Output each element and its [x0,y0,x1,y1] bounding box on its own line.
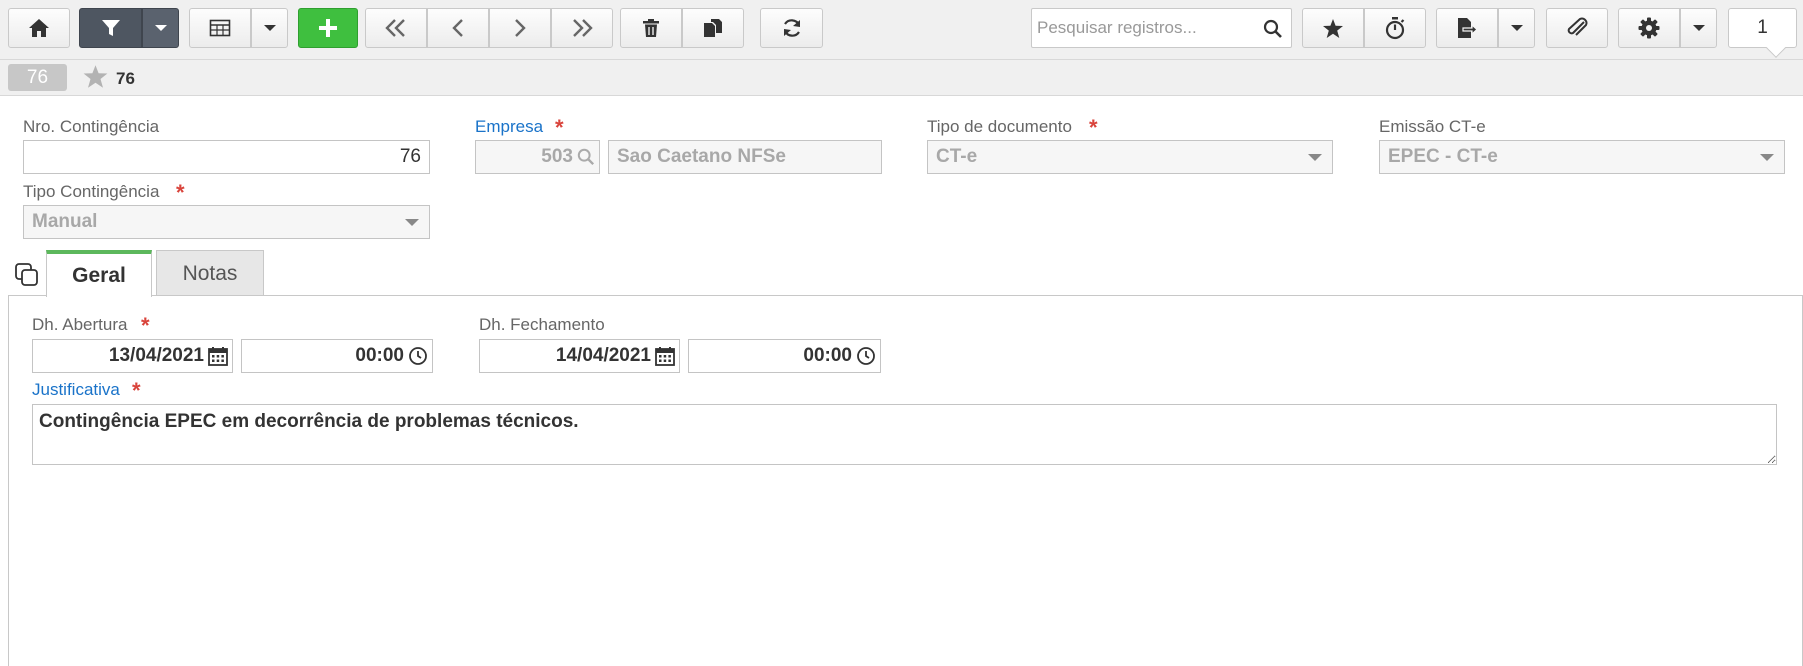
calendar-icon[interactable] [208,346,228,366]
page-counter-pointer [1766,38,1786,58]
attachment-button[interactable] [1546,8,1608,48]
paperclip-icon [1565,17,1589,39]
tipo-documento-select[interactable]: CT-e [927,140,1333,174]
dh-abertura-time-field[interactable]: 00:00 [241,339,433,373]
previous-record-button[interactable] [427,8,489,48]
chevron-left-icon [450,18,466,38]
settings-button[interactable] [1618,8,1680,48]
export-file-icon [1456,17,1478,39]
delete-button[interactable] [620,8,682,48]
search-icon[interactable] [577,148,595,166]
search-icon[interactable] [1263,19,1283,44]
empresa-name-value: Sao Caetano NFSe [617,146,786,167]
timer-button[interactable] [1364,8,1426,48]
plus-icon [317,17,339,39]
dh-fechamento-time-field[interactable]: 00:00 [688,339,881,373]
tab-notas[interactable]: Notas [156,250,264,296]
caret-down-icon [405,218,419,226]
new-record-button[interactable] [298,8,358,48]
toolbar: 1 [0,0,1803,60]
dh-abertura-date-field[interactable]: 13/04/2021 [32,339,233,373]
search-box [1031,8,1292,48]
calendar-icon[interactable] [655,346,675,366]
caret-down-icon [1308,153,1322,161]
page-number: 1 [1757,17,1768,38]
filter-dropdown-button[interactable] [142,8,179,48]
export-button[interactable] [1436,8,1498,48]
dh-abertura-label: Dh. Abertura [32,315,128,334]
tipo-contingencia-select[interactable]: Manual [23,205,430,239]
caret-down-icon [1510,25,1523,31]
table-icon [209,18,231,38]
dh-abertura-time-value: 00:00 [355,345,404,366]
favorite-button[interactable] [1302,8,1364,48]
search-input[interactable] [1037,9,1257,47]
grid-view-button[interactable] [189,8,251,48]
refresh-button[interactable] [760,8,823,48]
double-chevron-left-icon [383,18,409,38]
last-record-button[interactable] [551,8,613,48]
tipo-documento-label: Tipo de documento [927,117,1072,136]
tipo-contingencia-label: Tipo Contingência [23,182,160,201]
required-mark: * [176,180,185,205]
empresa-code-field[interactable]: 503 [475,140,600,174]
tab-geral-label: Geral [72,263,126,287]
dh-abertura-date-value: 13/04/2021 [108,345,204,366]
tipo-documento-value: CT-e [936,146,978,167]
required-mark: * [132,378,141,403]
duplicate-button[interactable] [682,8,744,48]
star-icon [1322,18,1344,39]
nro-contingencia-label: Nro. Contingência [23,117,160,136]
stopwatch-icon [1384,16,1406,40]
caret-down-icon [263,25,276,31]
justificativa-textarea[interactable]: Contingência EPEC em decorrência de prob… [32,404,1777,465]
tipo-contingencia-value: Manual [32,211,98,232]
tab-geral[interactable]: Geral [46,250,152,297]
emissao-cte-value: EPEC - CT-e [1388,146,1498,167]
copy-icon [703,18,723,38]
justificativa-label: Justificativa [32,380,120,399]
refresh-icon [781,17,803,39]
filter-icon [101,18,121,38]
required-mark: * [555,115,564,140]
required-mark: * [141,313,150,338]
caret-down-icon [1760,153,1774,161]
emissao-cte-select[interactable]: EPEC - CT-e [1379,140,1785,174]
tab-notas-label: Notas [182,261,238,285]
copy-tabs-icon[interactable] [14,262,40,293]
nro-contingencia-field[interactable]: 76 [23,140,430,174]
caret-down-icon [154,25,167,31]
export-dropdown-button[interactable] [1498,8,1535,48]
dh-fechamento-time-value: 00:00 [803,345,852,366]
empresa-name-field: Sao Caetano NFSe [608,140,882,174]
record-title: 76 [116,69,135,88]
double-chevron-right-icon [569,18,595,38]
next-record-button[interactable] [489,8,551,48]
required-mark: * [1089,115,1098,140]
caret-down-icon [1692,25,1705,31]
grid-view-dropdown-button[interactable] [251,8,288,48]
empresa-code-value: 503 [541,146,573,167]
home-icon [28,18,50,38]
dh-fechamento-date-value: 14/04/2021 [555,345,651,366]
record-bar: 76 76 [0,60,1803,96]
clock-icon[interactable] [856,346,876,366]
page-counter[interactable]: 1 [1728,8,1797,58]
empresa-label[interactable]: Empresa [475,117,543,137]
dh-fechamento-label: Dh. Fechamento [479,315,605,334]
first-record-button[interactable] [365,8,427,48]
settings-dropdown-button[interactable] [1680,8,1717,48]
home-button[interactable] [8,8,70,48]
clock-icon[interactable] [408,346,428,366]
trash-icon [642,18,660,38]
dh-fechamento-date-field[interactable]: 14/04/2021 [479,339,680,373]
chevron-right-icon [512,18,528,38]
record-id-badge: 76 [8,64,67,91]
gear-icon [1638,17,1660,39]
star-icon[interactable] [82,64,109,94]
filter-button[interactable] [79,8,142,48]
nro-contingencia-value: 76 [399,146,421,167]
emissao-cte-label: Emissão CT-e [1379,117,1486,136]
